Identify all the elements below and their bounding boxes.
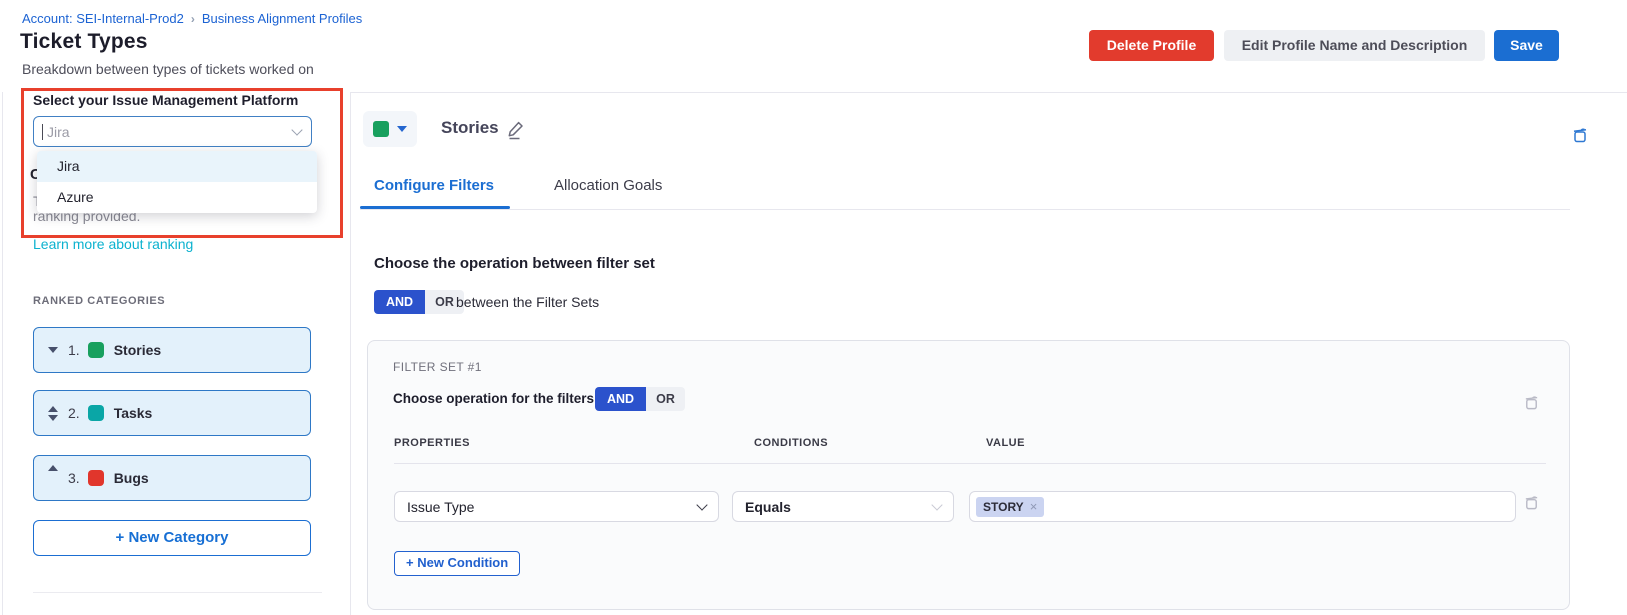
chevron-down-icon [696, 499, 707, 510]
between-filter-sets-caption: between the Filter Sets [456, 294, 599, 310]
text-cursor [42, 124, 43, 140]
learn-more-ranking-link[interactable]: Learn more about ranking [33, 236, 193, 252]
sort-up-down-icon[interactable] [46, 406, 60, 421]
sidebar-bottom-divider [33, 592, 322, 593]
breadcrumb-account-link[interactable]: Account: SEI-Internal-Prod2 [22, 11, 184, 26]
category-card-bugs[interactable]: 3. Bugs [33, 455, 311, 501]
ranked-categories-label: RANKED CATEGORIES [33, 295, 165, 307]
page-subtitle: Breakdown between types of tickets worke… [22, 61, 314, 77]
tab-allocation-goals[interactable]: Allocation Goals [554, 177, 662, 194]
delete-category-trash-icon[interactable] [1571, 126, 1589, 149]
filters-and-or-toggle: AND OR [595, 387, 685, 411]
value-tag-story: STORY × [976, 497, 1044, 517]
category-card-stories[interactable]: 1. Stories [33, 327, 311, 373]
edit-pencil-icon[interactable] [505, 119, 527, 146]
platform-select-field[interactable] [33, 116, 312, 147]
condition-select-value: Equals [745, 499, 791, 515]
header-divider [350, 92, 1627, 93]
platform-dropdown-menu: Jira Azure [37, 151, 317, 213]
breadcrumb-separator-icon: › [191, 12, 195, 26]
chevron-down-icon [291, 124, 302, 135]
category-card-tasks[interactable]: 2. Tasks [33, 390, 311, 436]
filters-operation-label: Choose operation for the filters [393, 391, 594, 406]
edit-profile-button[interactable]: Edit Profile Name and Description [1224, 30, 1485, 61]
platform-input[interactable] [45, 123, 293, 141]
page-title: Ticket Types [20, 30, 148, 54]
tab-configure-filters[interactable]: Configure Filters [374, 177, 494, 194]
or-toggle-option[interactable]: OR [646, 387, 685, 411]
column-header-properties: PROPERTIES [394, 437, 470, 449]
breadcrumb: Account: SEI-Internal-Prod2 › Business A… [22, 11, 362, 26]
sort-down-icon[interactable] [46, 347, 60, 353]
dropdown-option-jira[interactable]: Jira [37, 151, 317, 182]
category-color-dot [88, 470, 104, 486]
new-condition-button[interactable]: + New Condition [394, 551, 520, 576]
column-header-conditions: CONDITIONS [754, 437, 828, 449]
category-color-picker[interactable] [363, 111, 417, 147]
filter-set-operation-heading: Choose the operation between filter set [374, 255, 655, 272]
save-button[interactable]: Save [1494, 30, 1559, 61]
column-header-value: VALUE [986, 437, 1025, 449]
delete-profile-button[interactable]: Delete Profile [1089, 30, 1214, 61]
filter-set-title: FILTER SET #1 [393, 360, 482, 374]
tab-baseline-divider [360, 209, 1570, 210]
tag-label: STORY [983, 500, 1024, 514]
page-left-border [2, 92, 3, 615]
sort-up-icon[interactable] [46, 465, 60, 471]
remove-tag-icon[interactable]: × [1030, 500, 1038, 513]
column-header-divider [394, 463, 1546, 464]
value-multiselect-field[interactable]: STORY × [969, 491, 1516, 522]
caret-down-icon [397, 126, 407, 132]
category-name: Stories [114, 342, 161, 358]
platform-select-label: Select your Issue Management Platform [33, 92, 298, 108]
delete-filter-set-trash-icon[interactable] [1523, 394, 1540, 416]
filter-set-panel: FILTER SET #1 Choose operation for the f… [367, 340, 1570, 610]
filter-sets-and-or-toggle: AND OR [374, 290, 464, 314]
category-rank: 2. [68, 405, 80, 421]
category-rank: 3. [68, 470, 80, 486]
and-toggle-option[interactable]: AND [374, 290, 425, 314]
property-select-value: Issue Type [407, 499, 474, 515]
category-rank: 1. [68, 342, 80, 358]
delete-condition-trash-icon[interactable] [1523, 494, 1540, 516]
sidebar-divider [350, 92, 351, 615]
category-color-dot [88, 342, 104, 358]
chevron-down-icon [931, 499, 942, 510]
category-color-swatch [373, 121, 389, 137]
category-color-dot [88, 405, 104, 421]
dropdown-option-azure[interactable]: Azure [37, 182, 317, 213]
property-select[interactable]: Issue Type [394, 491, 719, 522]
category-name: Tasks [114, 405, 153, 421]
condition-select[interactable]: Equals [732, 491, 954, 522]
and-toggle-option[interactable]: AND [595, 387, 646, 411]
category-name: Bugs [114, 470, 149, 486]
new-category-button[interactable]: + New Category [33, 520, 311, 556]
breadcrumb-profiles-link[interactable]: Business Alignment Profiles [202, 11, 362, 26]
category-title: Stories [441, 118, 499, 138]
